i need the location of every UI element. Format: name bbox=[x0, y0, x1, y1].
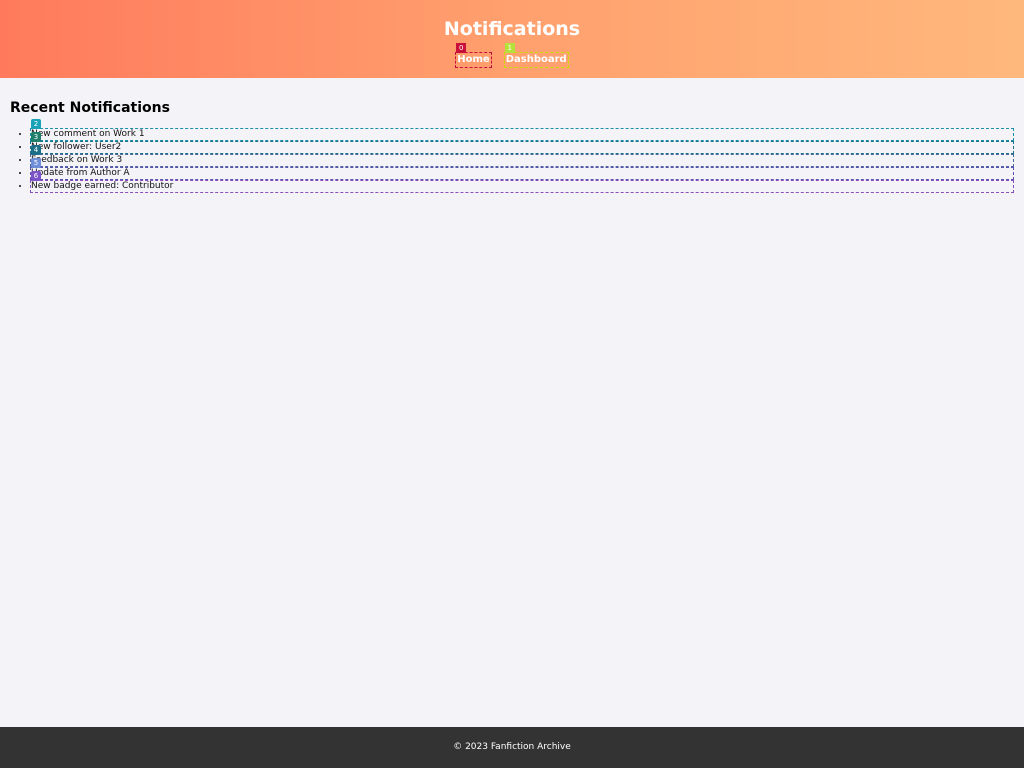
page: Notifications 0 Home 1 Dashboard Recent … bbox=[0, 0, 1024, 768]
element-tag: 6 bbox=[31, 171, 41, 181]
notification-item[interactable]: 6 New badge earned: Contributor bbox=[30, 171, 1014, 193]
nav-home-link[interactable]: 0 Home bbox=[455, 43, 492, 68]
element-tag: 2 bbox=[31, 119, 41, 129]
element-tag: 3 bbox=[31, 132, 41, 142]
notification-text: Feedback on Work 3 bbox=[31, 155, 123, 165]
notification-item[interactable]: 5 Update from Author A bbox=[30, 158, 1014, 180]
notification-text: New follower: User2 bbox=[31, 142, 122, 152]
main-nav: 0 Home 1 Dashboard bbox=[0, 43, 1024, 68]
notification-text: Update from Author A bbox=[31, 168, 130, 178]
nav-home-label: Home bbox=[457, 54, 490, 65]
notification-text: New badge earned: Contributor bbox=[31, 181, 174, 191]
section-title: Recent Notifications bbox=[10, 100, 170, 116]
page-title: Notifications bbox=[443, 18, 581, 40]
element-tag: 0 bbox=[456, 43, 467, 53]
notification-item[interactable]: 4 Feedback on Work 3 bbox=[30, 145, 1014, 167]
notification-item[interactable]: 3 New follower: User2 bbox=[30, 132, 1014, 154]
notification-item[interactable]: 2 New comment on Work 1 bbox=[30, 119, 1014, 141]
notification-list: 2 New comment on Work 1 3 New follower: … bbox=[10, 119, 1014, 193]
element-tag: 5 bbox=[31, 158, 41, 168]
notification-text: New comment on Work 1 bbox=[31, 129, 145, 139]
site-header: Notifications 0 Home 1 Dashboard bbox=[0, 0, 1024, 78]
main-content: Recent Notifications 2 New comment on Wo… bbox=[10, 96, 1014, 193]
footer-text: © 2023 Fanfiction Archive bbox=[453, 742, 571, 752]
site-footer: © 2023 Fanfiction Archive bbox=[0, 727, 1024, 768]
nav-dashboard-label: Dashboard bbox=[505, 54, 567, 65]
element-tag: 1 bbox=[504, 43, 515, 53]
nav-dashboard-link[interactable]: 1 Dashboard bbox=[503, 43, 569, 68]
element-tag: 4 bbox=[31, 145, 41, 155]
